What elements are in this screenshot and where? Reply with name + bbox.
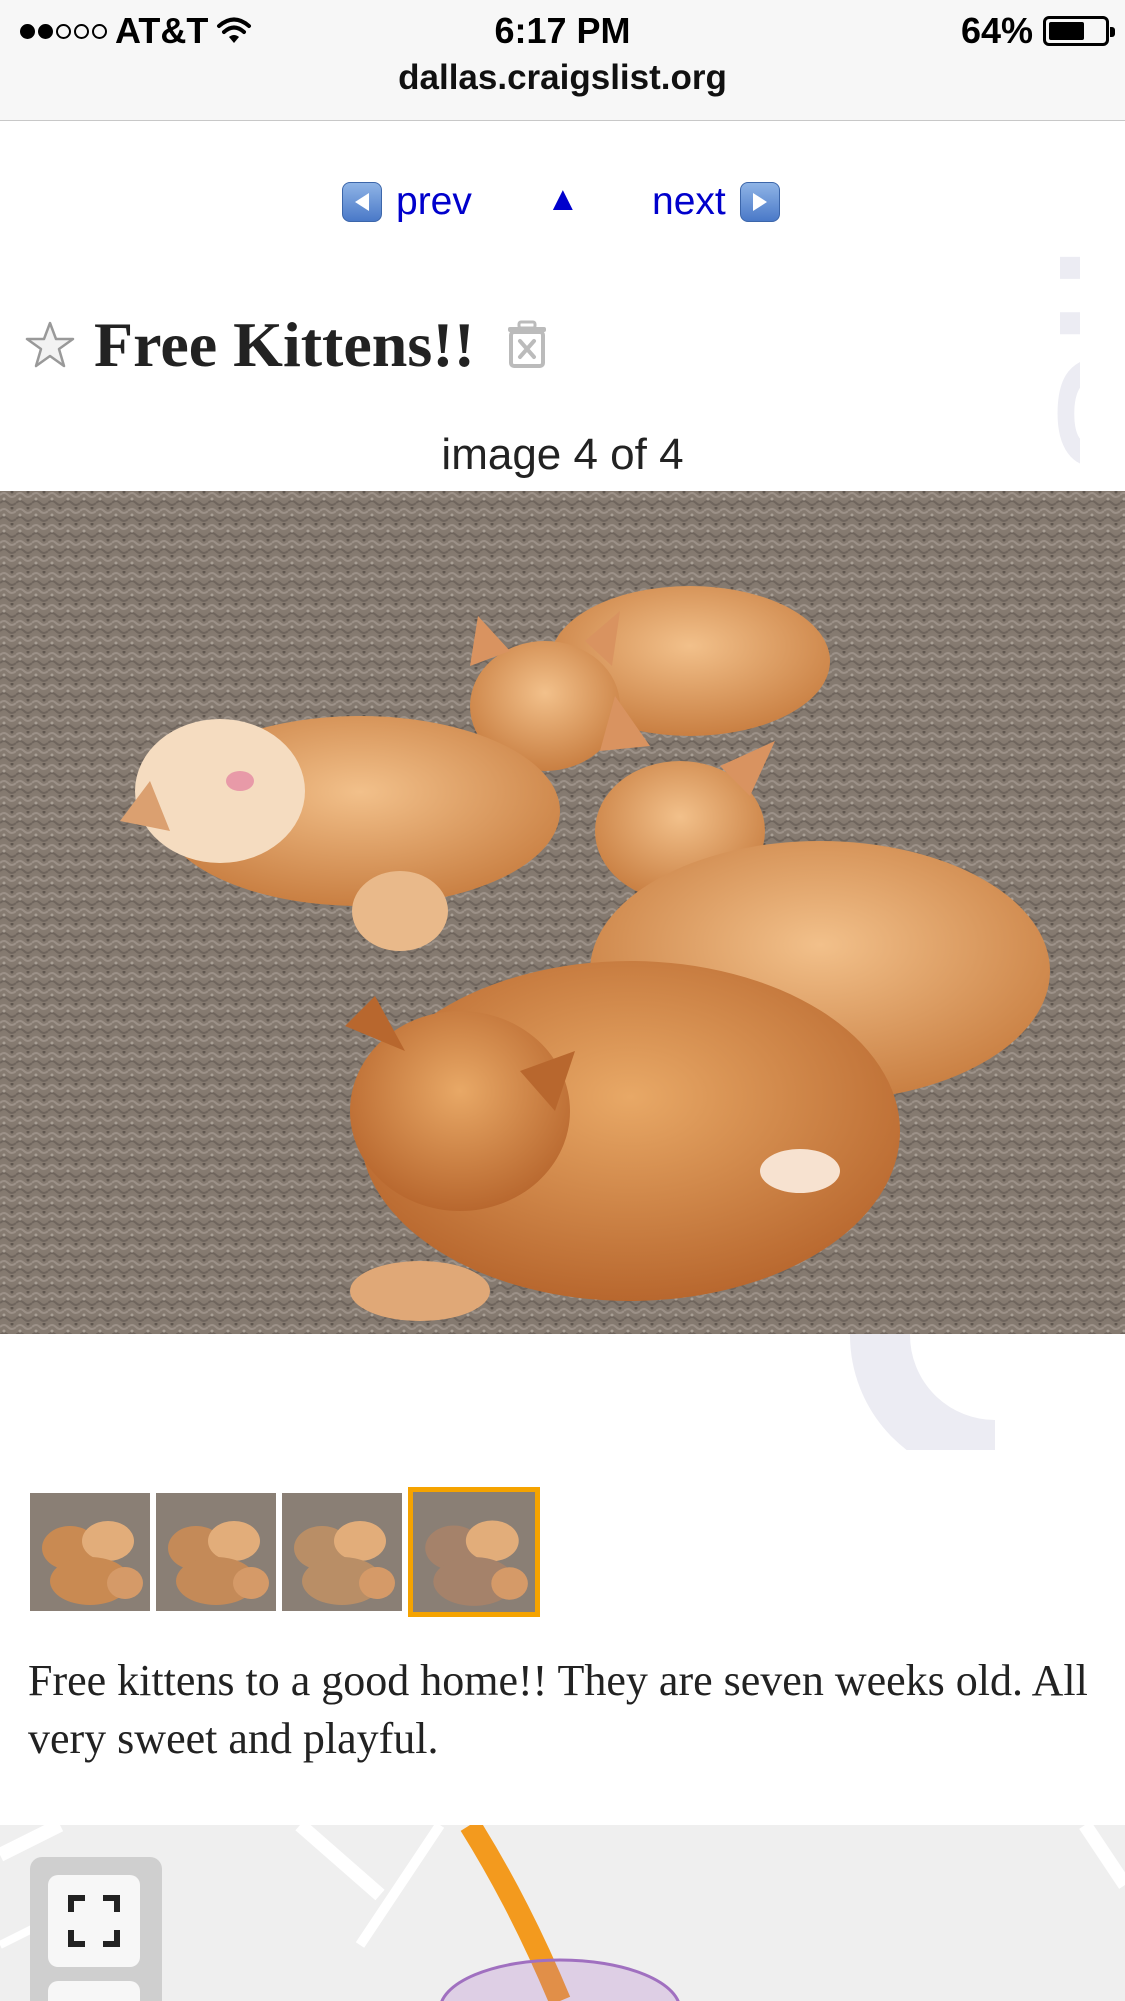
- fullscreen-icon: [68, 1895, 120, 1947]
- thumbnail[interactable]: [156, 1493, 276, 1611]
- status-bar: AT&T 6:17 PM 64% dallas.craigslist.org: [0, 0, 1125, 121]
- posting-nav: prev ▲ next: [0, 176, 1125, 236]
- battery-level: [1049, 22, 1084, 40]
- next-link[interactable]: next: [652, 180, 780, 224]
- zoom-button[interactable]: [48, 1981, 140, 2001]
- thumbnail-image: [413, 1492, 535, 1612]
- star-icon[interactable]: [24, 320, 76, 370]
- thumbnail-image: [156, 1493, 276, 1611]
- thumbnail-image: [30, 1493, 150, 1611]
- posting-title: Free Kittens!!: [94, 309, 475, 380]
- posting-title-row: Free Kittens!!: [24, 305, 549, 385]
- battery-group: 64%: [960, 10, 1115, 52]
- battery-percent: 64%: [960, 10, 1033, 51]
- fullscreen-button[interactable]: [48, 1875, 140, 1967]
- clock: 6:17 PM: [494, 10, 631, 51]
- thumbnail-image: [282, 1493, 402, 1611]
- thumbnail[interactable]: [30, 1493, 150, 1611]
- map-canvas: [0, 1825, 1125, 2001]
- main-photo[interactable]: [0, 491, 1125, 1334]
- left-arrow-icon: [342, 182, 382, 222]
- battery-icon: [1043, 16, 1115, 46]
- url-bar[interactable]: dallas.craigslist.org: [0, 58, 1125, 98]
- thumbnail-strip: [30, 1487, 540, 1617]
- location-map[interactable]: [0, 1825, 1125, 2001]
- right-arrow-icon: [739, 182, 780, 222]
- prev-label: prev: [396, 180, 472, 223]
- posting-description: Free kittens to a good home!! They are s…: [28, 1656, 1088, 1763]
- thumbnail[interactable]: [408, 1487, 540, 1617]
- image-counter: image 4 of 4: [441, 430, 684, 479]
- delete-icon[interactable]: [505, 320, 549, 370]
- kittens-photo: [0, 491, 1125, 1334]
- thumbnail[interactable]: [282, 1493, 402, 1611]
- next-label: next: [652, 180, 726, 223]
- prev-link[interactable]: prev: [342, 180, 472, 224]
- map-controls: [30, 1857, 162, 2001]
- up-link[interactable]: ▲: [546, 180, 580, 219]
- up-arrow-icon: ▲: [546, 180, 580, 218]
